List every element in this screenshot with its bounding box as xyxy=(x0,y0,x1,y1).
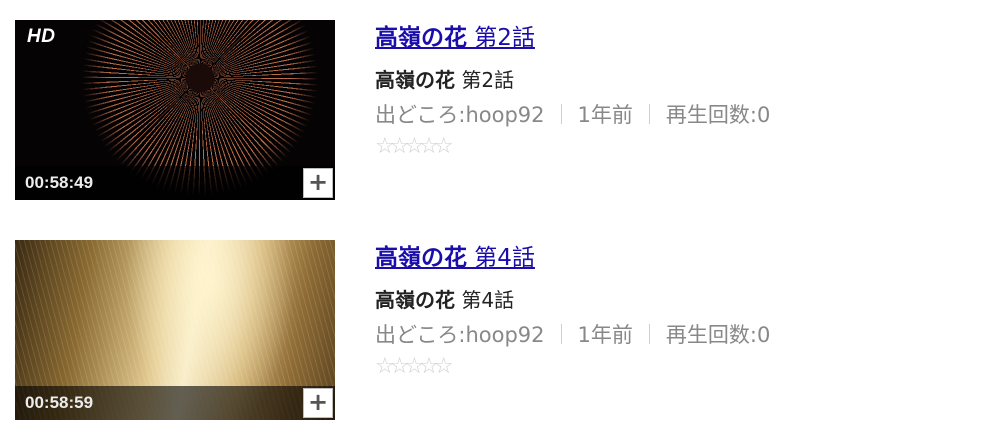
title-episode: 第2話 xyxy=(467,25,535,51)
subtitle-episode: 第2話 xyxy=(455,68,515,92)
hd-badge: HD xyxy=(27,26,56,47)
divider xyxy=(648,104,650,124)
subtitle-name: 高嶺の花 xyxy=(375,288,455,312)
subtitle-name: 高嶺の花 xyxy=(375,68,455,92)
title-name: 高嶺の花 xyxy=(375,25,467,51)
star-icons: ☆☆☆☆☆ xyxy=(375,134,454,159)
video-title-link[interactable]: 高嶺の花 第2話 xyxy=(375,22,535,54)
star-rating: ☆☆☆☆☆ xyxy=(375,134,975,159)
star-rating: ☆☆☆☆☆ xyxy=(375,354,975,379)
upload-age: 1年前 xyxy=(577,323,633,347)
video-thumbnail[interactable]: 00:58:59 + xyxy=(15,240,335,420)
title-episode: 第4話 xyxy=(467,245,535,271)
divider xyxy=(648,324,650,344)
divider xyxy=(560,324,562,344)
video-info: 高嶺の花 第4話 高嶺の花 第4話 出どころ:hoop92 1年前 再生回数:0 ☆… xyxy=(375,240,975,379)
source-label: 出どころ:hoop92 xyxy=(375,323,545,347)
subtitle-episode: 第4話 xyxy=(455,288,515,312)
duration-label: 00:58:59 xyxy=(25,393,94,412)
video-subtitle: 高嶺の花 第4話 xyxy=(375,285,975,315)
source-label: 出どころ:hoop92 xyxy=(375,103,545,127)
view-count: 再生回数:0 xyxy=(665,323,771,347)
add-to-list-button[interactable]: + xyxy=(303,388,333,418)
add-to-list-button[interactable]: + xyxy=(303,168,333,198)
star-icons: ☆☆☆☆☆ xyxy=(375,354,454,379)
video-item: 00:58:59 + 高嶺の花 第4話 高嶺の花 第4話 出どころ:hoop92… xyxy=(0,240,982,420)
title-name: 高嶺の花 xyxy=(375,245,467,271)
video-meta: 出どころ:hoop92 1年前 再生回数:0 xyxy=(375,100,975,130)
video-meta: 出どころ:hoop92 1年前 再生回数:0 xyxy=(375,320,975,350)
upload-age: 1年前 xyxy=(577,103,633,127)
video-thumbnail[interactable]: HD 00:58:49 + xyxy=(15,20,335,200)
divider xyxy=(560,104,562,124)
video-info: 高嶺の花 第2話 高嶺の花 第2話 出どころ:hoop92 1年前 再生回数:0 ☆… xyxy=(375,20,975,159)
video-title-link[interactable]: 高嶺の花 第4話 xyxy=(375,242,535,274)
view-count: 再生回数:0 xyxy=(665,103,771,127)
video-item: HD 00:58:49 + 高嶺の花 第2話 高嶺の花 第2話 出どころ:hoo… xyxy=(0,20,982,200)
video-subtitle: 高嶺の花 第2話 xyxy=(375,65,975,95)
duration-label: 00:58:49 xyxy=(25,173,94,192)
